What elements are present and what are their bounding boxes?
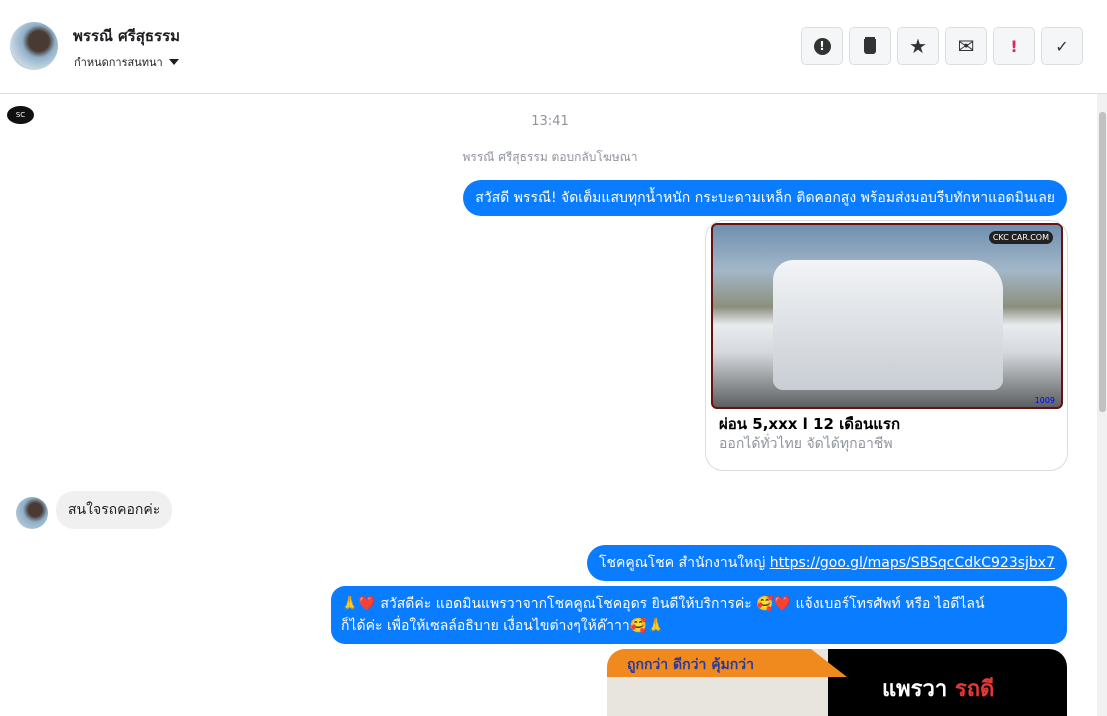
brand-part: รถดี	[954, 677, 995, 702]
assign-conversation-dropdown[interactable]: กำหนดการสนทนา	[74, 53, 179, 71]
mark-done-button[interactable]: ✓	[1041, 27, 1083, 65]
alert-octagon-icon: !	[813, 37, 831, 55]
message-text: โชคคูณโชค สำนักงานใหญ่	[598, 555, 770, 571]
action-toolbar: ! ★ ✉ ! ✓	[801, 27, 1083, 65]
outgoing-message: 🙏❤️ สวัสดีค่ะ แอดมินแพรวาจากโชคคูณโชคอุด…	[331, 586, 1067, 644]
map-link[interactable]: https://goo.gl/maps/SBSqcCdkC923sjbx7	[770, 555, 1055, 571]
outgoing-message: โชคคูณโชค สำนักงานใหญ่ https://goo.gl/ma…	[586, 545, 1067, 581]
message-line: 🙏❤️ สวัสดีค่ะ แอดมินแพรวาจากโชคคูณโชคอุด…	[341, 596, 985, 612]
contact-avatar[interactable]	[10, 22, 58, 70]
follow-up-button[interactable]: !	[993, 27, 1035, 65]
brand-part: แพรวา	[882, 677, 955, 702]
mark-unread-button[interactable]: ✉	[945, 27, 987, 65]
caret-down-icon	[168, 59, 179, 65]
banner-slogan: ถูกกว่า ดีกว่า คุ้มกว่า	[607, 649, 847, 677]
delete-button[interactable]	[849, 27, 891, 65]
ad-card-subtitle: ออกได้ทั่วไทย จัดได้ทุกอาชีพ	[719, 436, 893, 452]
ad-reply-note: พรรณี ศรีสุธรรม ตอบกลับโฆษณา	[462, 150, 638, 164]
trash-icon	[864, 38, 876, 54]
spam-button[interactable]: !	[801, 27, 843, 65]
incoming-message: สนใจรถคอกค่ะ	[56, 491, 173, 529]
timestamp: 13:41	[531, 114, 569, 129]
scrollbar-thumb[interactable]	[1099, 112, 1106, 412]
star-button[interactable]: ★	[897, 27, 939, 65]
ad-card[interactable]: CKC CAR.COM 1009 ผ่อน 5,xxx l 12 เดือนแร…	[705, 220, 1068, 471]
image-attachment[interactable]: ถูกกว่า ดีกว่า คุ้มกว่า แพรวา รถดี	[607, 649, 1067, 716]
exclamation-icon: !	[1010, 36, 1018, 56]
contact-name[interactable]: พรรณี ศรีสุธรรม	[73, 24, 180, 48]
ad-image: CKC CAR.COM 1009	[711, 223, 1063, 409]
assign-label: กำหนดการสนทนา	[74, 56, 163, 69]
contact-avatar-small	[16, 497, 48, 529]
envelope-icon: ✉	[957, 34, 975, 58]
message-line: ก็ได้ค่ะ เพื่อให้เซลล์อธิบาย เงื่อนไขต่า…	[341, 618, 665, 634]
outgoing-message: สวัสดี พรรณี! จัดเต็มแสบทุกน้ำหนัก กระบะ…	[463, 180, 1067, 216]
ad-image-number: 1009	[1034, 396, 1055, 405]
star-icon: ★	[909, 34, 927, 58]
banner-brand: แพรวา รถดี	[882, 671, 994, 706]
conversation-header: พรรณี ศรีสุธรรม กำหนดการสนทนา ! ★ ✉ ! ✓	[0, 0, 1107, 94]
check-icon: ✓	[1055, 36, 1069, 56]
ad-logo: CKC CAR.COM	[988, 231, 1053, 244]
truck-image	[773, 260, 1003, 390]
